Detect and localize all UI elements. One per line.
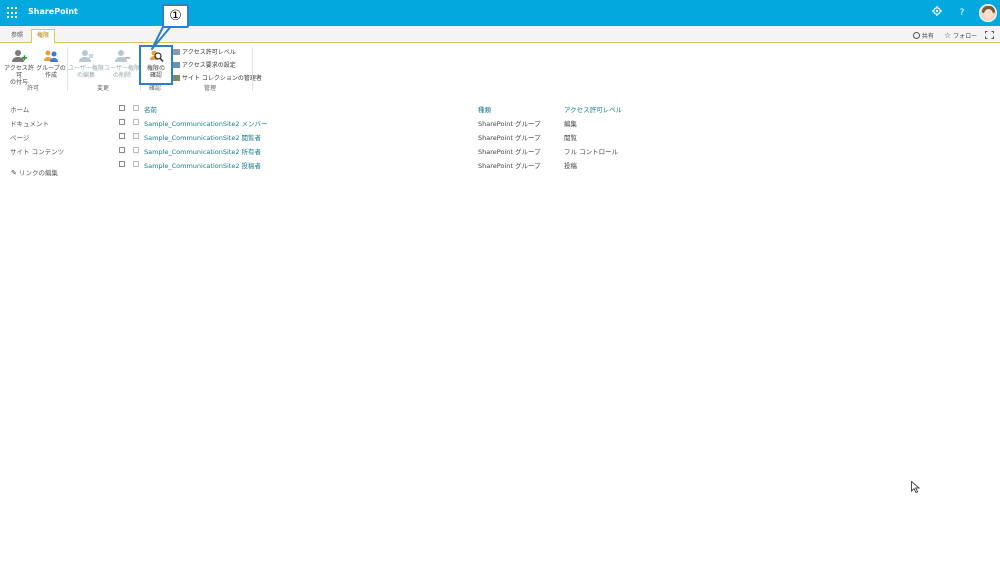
table-row-type: SharePoint グループ (478, 120, 541, 128)
permission-levels-icon (173, 49, 180, 55)
table-row-type: SharePoint グループ (478, 148, 541, 156)
column-header-level[interactable]: アクセス許可レベル (564, 104, 622, 114)
step-callout: ① (162, 4, 189, 28)
edit-user-permissions-button[interactable]: ユーザー権限 の編集 (68, 49, 104, 79)
gear-icon[interactable] (930, 6, 944, 20)
table-row-type: SharePoint グループ (478, 134, 541, 142)
access-request-icon (173, 62, 180, 68)
group-label-grant: 許可 (26, 85, 39, 92)
star-icon: ☆ (944, 31, 952, 40)
edit-user-icon (78, 49, 94, 63)
remove-user-permissions-button[interactable]: ユーザー権限 の削除 (104, 49, 140, 79)
help-icon[interactable]: ? (955, 6, 969, 20)
share-icon (913, 32, 920, 39)
tab-permissions[interactable]: 権限 (31, 29, 56, 44)
row-type-icon (133, 133, 139, 139)
callout-pointer (151, 25, 173, 50)
column-header-type[interactable]: 種類 (478, 104, 491, 114)
row-checkbox[interactable] (119, 133, 125, 139)
table-row-type: SharePoint グループ (478, 162, 541, 170)
nav-item-site-contents[interactable]: サイト コンテンツ (10, 146, 64, 156)
avatar[interactable] (979, 4, 997, 22)
row-type-icon (133, 119, 139, 125)
nav-item-documents[interactable]: ドキュメント (10, 118, 49, 128)
nav-item-pages[interactable]: ページ (10, 132, 29, 142)
row-checkbox[interactable] (119, 119, 125, 125)
focus-mode-icon[interactable] (985, 31, 994, 41)
create-group-button[interactable]: グループの 作成 (36, 49, 66, 79)
group-label-manage: 管理 (203, 85, 216, 92)
suite-title[interactable]: SharePoint (28, 7, 78, 16)
share-button[interactable]: 共有 (913, 31, 934, 40)
highlight-check-permissions (139, 45, 173, 85)
group-icon (43, 49, 59, 63)
table-row-name[interactable]: Sample_CommunicationSite2 所有者 (144, 146, 261, 156)
group-label-modify: 変更 (96, 85, 109, 92)
add-user-icon (11, 49, 27, 63)
tab-browse[interactable]: 参照 (6, 30, 28, 43)
table-row-level: 投稿 (564, 162, 577, 170)
row-type-icon (133, 161, 139, 167)
column-header-name[interactable]: 名前 (144, 104, 157, 114)
suite-bar: SharePoint ? (0, 0, 1000, 26)
access-request-settings-button[interactable]: アクセス要求の設定 (173, 60, 236, 69)
header-type-checkbox (133, 105, 139, 111)
row-checkbox[interactable] (119, 147, 125, 153)
mouse-cursor-icon (911, 481, 921, 493)
grant-permission-button[interactable]: アクセス許可 の付与 (2, 49, 36, 86)
row-checkbox[interactable] (119, 161, 125, 167)
remove-user-icon (114, 49, 130, 63)
site-collection-admins-button[interactable]: サイト コレクションの管理者 (173, 73, 262, 82)
pencil-icon: ✎ (11, 169, 17, 177)
site-admin-icon (173, 75, 180, 81)
permission-levels-button[interactable]: アクセス許可レベル (173, 47, 236, 56)
follow-button[interactable]: ☆ フォロー (944, 31, 977, 40)
select-all-checkbox[interactable] (119, 105, 125, 111)
table-row-name[interactable]: Sample_CommunicationSite2 閲覧者 (144, 132, 261, 142)
app-launcher-icon[interactable] (7, 7, 19, 19)
nav-item-home[interactable]: ホーム (10, 104, 29, 114)
group-separator (252, 47, 253, 91)
table-row-level: 閲覧 (564, 134, 577, 142)
edit-links-button[interactable]: ✎ リンクの編集 (11, 167, 58, 177)
table-row-name[interactable]: Sample_CommunicationSite2 投稿者 (144, 160, 261, 170)
table-row-name[interactable]: Sample_CommunicationSite2 メンバー (144, 118, 268, 128)
row-type-icon (133, 147, 139, 153)
table-row-level: 編集 (564, 120, 577, 128)
table-row-level: フル コントロール (564, 148, 619, 156)
